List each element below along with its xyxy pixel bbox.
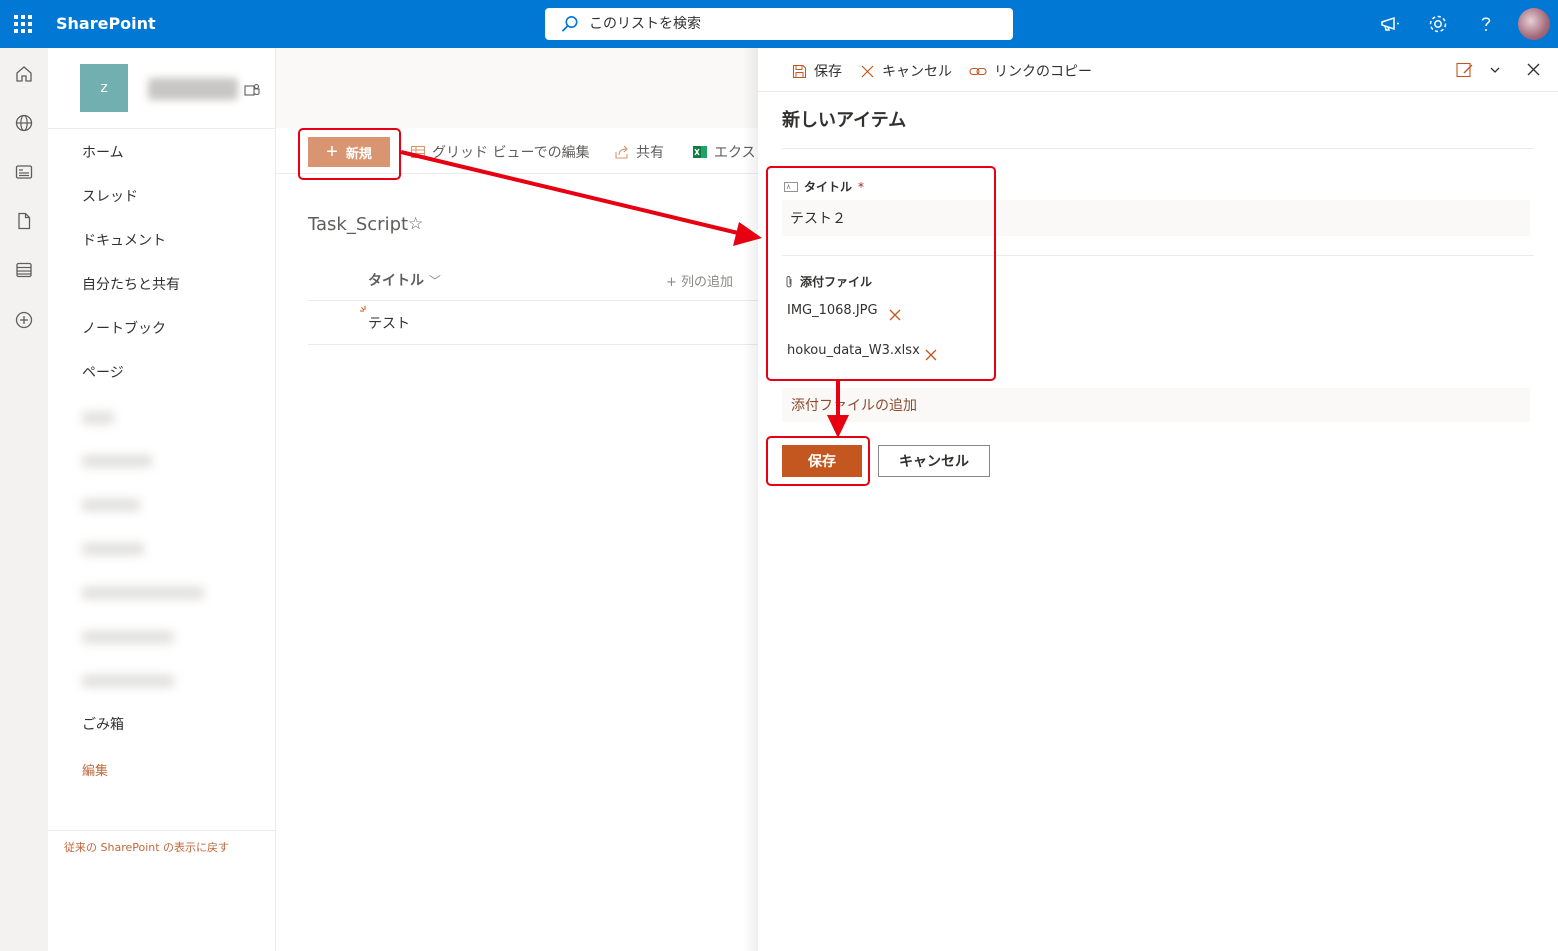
help-icon[interactable] [1474,12,1498,36]
panel-heading: 新しいアイテム [782,110,907,131]
avatar[interactable] [1518,8,1550,40]
close-panel-icon[interactable] [1526,62,1541,77]
link-icon [969,67,987,75]
annotation-highlight-fields [766,166,996,381]
plus-icon: + [666,275,682,290]
nav-item-blurred[interactable] [82,587,204,599]
site-navigation: z ホーム スレッド ドキュメント 自分たちと共有 ノートブック ページ ごみ箱… [48,48,276,951]
nav-item-recycle-bin[interactable]: ごみ箱 [82,714,124,734]
list-view: Task_Script ☆ タイトル ﹀ + 列の追加 テスト [276,174,758,951]
share-button[interactable]: 共有 [614,142,664,162]
panel-command-bar: 保存 キャンセル リンクのコピー [758,48,1558,92]
app-title[interactable]: SharePoint [56,14,156,33]
close-icon [861,65,874,77]
share-label: 共有 [636,145,664,161]
nav-item-blurred[interactable] [82,543,144,555]
megaphone-icon[interactable] [1378,12,1402,36]
excel-icon [693,146,707,158]
row-divider [308,344,758,345]
add-column-label: 列の追加 [681,275,734,290]
list-title: Task_Script [308,214,409,235]
grid-edit-label: グリッド ビューでの編集 [432,145,590,161]
grid-icon [410,145,426,159]
copy-link-label: リンクのコピー [994,64,1092,80]
panel-save-label: 保存 [814,64,842,80]
copy-link-command[interactable]: リンクのコピー [969,61,1092,81]
cancel-button[interactable]: キャンセル [878,445,990,477]
nav-item-shared-with-us[interactable]: 自分たちと共有 [82,274,180,294]
edit-form-icon[interactable] [1456,62,1474,78]
nav-item-blurred[interactable] [82,499,140,511]
chevron-down-icon: ﹀ [428,274,441,288]
panel-save-command[interactable]: 保存 [792,61,842,81]
nav-item-blurred[interactable] [82,631,174,643]
search-icon [562,16,578,32]
nav-divider [48,830,276,831]
create-icon[interactable] [14,310,34,330]
nav-item-blurred[interactable] [82,675,174,687]
nav-item-home[interactable]: ホーム [82,142,124,162]
nav-item-threads[interactable]: スレッド [82,186,138,206]
search-input[interactable] [589,13,989,35]
chevron-down-icon[interactable] [1489,64,1501,76]
teams-icon [244,83,260,96]
site-name-blurred [148,78,238,100]
annotation-highlight-save [766,436,870,486]
app-rail [0,48,48,951]
lists-icon[interactable] [14,260,34,280]
panel-cancel-label: キャンセル [882,64,952,80]
nav-item-blurred[interactable] [82,412,114,424]
annotation-highlight-new [298,128,401,180]
news-icon[interactable] [14,162,34,182]
grid-edit-button[interactable]: グリッド ビューでの編集 [410,142,590,162]
nav-item-notebook[interactable]: ノートブック [82,318,166,338]
panel-cancel-command[interactable]: キャンセル [860,61,952,81]
favorite-star-icon[interactable]: ☆ [408,214,423,234]
header-divider [308,300,758,301]
nav-divider [48,128,276,129]
column-header-label: タイトル [368,273,424,289]
gear-icon[interactable] [1426,12,1450,36]
add-column-button[interactable]: + 列の追加 [666,271,733,290]
save-icon [792,64,807,78]
list-item-title[interactable]: テスト [368,313,410,333]
nav-item-pages[interactable]: ページ [82,362,124,382]
suite-bar: SharePoint [0,0,1558,48]
document-icon[interactable] [14,211,34,231]
panel-divider [782,148,1534,149]
home-icon[interactable] [14,64,34,84]
globe-icon[interactable] [14,113,34,133]
column-header-title[interactable]: タイトル ﹀ [368,270,441,290]
site-logo[interactable]: z [80,64,128,112]
add-attachment-button[interactable]: 添付ファイルの追加 [782,388,1530,422]
share-icon [615,145,628,159]
nav-edit-link[interactable]: 編集 [82,760,108,779]
nav-item-documents[interactable]: ドキュメント [82,230,166,250]
classic-view-link[interactable]: 従来の SharePoint の表示に戻す [64,839,229,855]
app-launcher-icon[interactable] [14,15,32,33]
nav-item-blurred[interactable] [82,455,152,467]
search-box[interactable] [545,8,1013,40]
